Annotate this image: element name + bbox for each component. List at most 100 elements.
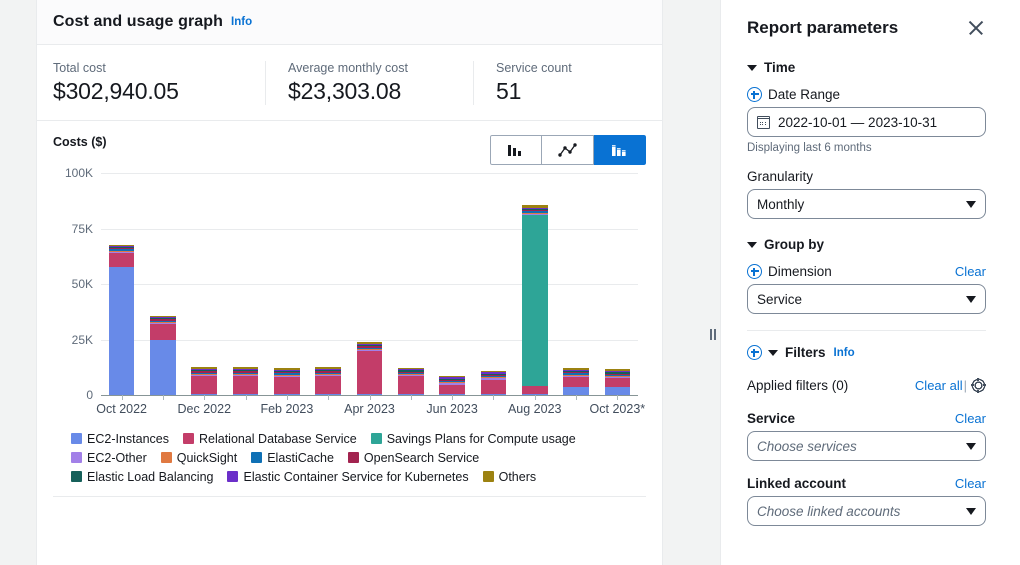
stacked-bar[interactable] bbox=[522, 205, 548, 395]
clear-all-filters-link[interactable]: Clear all bbox=[915, 378, 963, 393]
stacked-bar[interactable] bbox=[605, 369, 631, 395]
filter-service-clear-link[interactable]: Clear bbox=[955, 411, 986, 426]
filter-linked-account-placeholder: Choose linked accounts bbox=[757, 504, 900, 519]
time-section-header[interactable]: Time bbox=[747, 60, 986, 75]
chart-type-toggle-group bbox=[490, 135, 646, 165]
filters-section-header[interactable]: Filters Info bbox=[747, 345, 986, 360]
add-filter-icon[interactable] bbox=[747, 345, 762, 360]
stat-service-count: Service count 51 bbox=[473, 61, 590, 105]
date-range-value: 2022-10-01 — 2023-10-31 bbox=[778, 115, 937, 130]
stacked-bar[interactable] bbox=[398, 368, 424, 395]
report-parameters-panel: Report parameters Time Date Range 2022-1… bbox=[721, 0, 1020, 565]
chevron-down-icon bbox=[966, 201, 976, 208]
legend-swatch bbox=[71, 433, 82, 444]
splitter-handle-icon[interactable] bbox=[710, 329, 716, 340]
filter-linked-account-select[interactable]: Choose linked accounts bbox=[747, 496, 986, 526]
legend-swatch bbox=[227, 471, 238, 482]
dimension-clear-link[interactable]: Clear bbox=[955, 264, 986, 279]
dimension-value: Service bbox=[757, 292, 802, 307]
legend-item[interactable]: EC2-Other bbox=[71, 451, 147, 465]
filter-service-label-row: Service Clear bbox=[747, 411, 986, 426]
legend-item[interactable]: EC2-Instances bbox=[71, 432, 169, 446]
filter-linked-account-clear-link[interactable]: Clear bbox=[955, 476, 986, 491]
page-title: Cost and usage graph bbox=[53, 13, 223, 31]
bar-slot bbox=[101, 173, 142, 395]
x-axis-tick-label: Dec 2022 bbox=[178, 402, 232, 416]
bar-segment bbox=[233, 376, 259, 394]
legend-item[interactable]: ElastiCache bbox=[251, 451, 334, 465]
bar-segment bbox=[522, 386, 548, 394]
x-axis-tick bbox=[576, 395, 577, 400]
legend-label: QuickSight bbox=[177, 451, 237, 465]
legend-item[interactable]: Elastic Container Service for Kubernetes bbox=[227, 470, 468, 484]
bar-segment bbox=[605, 387, 631, 395]
applied-filters-row: Applied filters (0) Clear all | bbox=[747, 378, 986, 393]
group-by-section-header[interactable]: Group by bbox=[747, 237, 986, 252]
chevron-down-icon[interactable] bbox=[747, 65, 757, 71]
stat-total-cost: Total cost $302,940.05 bbox=[53, 61, 265, 105]
add-date-range-icon[interactable] bbox=[747, 87, 762, 102]
legend-item[interactable]: Savings Plans for Compute usage bbox=[371, 432, 576, 446]
legend-item[interactable]: OpenSearch Service bbox=[348, 451, 479, 465]
line-chart-toggle[interactable] bbox=[542, 135, 594, 165]
chart-container: Costs ($) bbox=[37, 121, 662, 565]
x-axis-tick bbox=[617, 395, 618, 400]
gear-icon[interactable] bbox=[971, 378, 986, 393]
dimension-select[interactable]: Service bbox=[747, 284, 986, 314]
stacked-bar[interactable] bbox=[315, 367, 341, 395]
stacked-bar-chart-toggle[interactable] bbox=[594, 135, 646, 165]
add-dimension-icon[interactable] bbox=[747, 264, 762, 279]
chevron-down-icon[interactable] bbox=[768, 350, 778, 356]
x-axis-tick bbox=[370, 395, 371, 400]
stacked-bar[interactable] bbox=[357, 342, 383, 395]
calendar-icon bbox=[757, 116, 770, 129]
stacked-bar[interactable] bbox=[481, 371, 507, 396]
bar-slot bbox=[514, 173, 555, 395]
panel-splitter[interactable] bbox=[663, 0, 721, 565]
bar-slot bbox=[432, 173, 473, 395]
legend-label: Relational Database Service bbox=[199, 432, 357, 446]
stacked-bar[interactable] bbox=[274, 368, 300, 395]
stacked-bar[interactable] bbox=[563, 368, 589, 395]
chevron-down-icon bbox=[966, 296, 976, 303]
legend-item[interactable]: Others bbox=[483, 470, 537, 484]
granularity-select[interactable]: Monthly bbox=[747, 189, 986, 219]
x-axis-tick bbox=[493, 395, 494, 400]
filter-service-select[interactable]: Choose services bbox=[747, 431, 986, 461]
date-range-input[interactable]: 2022-10-01 — 2023-10-31 bbox=[747, 107, 986, 137]
x-axis-tick-label: Oct 2023* bbox=[590, 402, 646, 416]
bar-segment bbox=[150, 340, 176, 395]
x-axis-tick bbox=[204, 395, 205, 400]
legend-label: Others bbox=[499, 470, 537, 484]
chevron-down-icon[interactable] bbox=[747, 242, 757, 248]
bar-chart-toggle[interactable] bbox=[490, 135, 542, 165]
y-axis-tick-label: 100K bbox=[65, 166, 93, 180]
group-by-section-title: Group by bbox=[764, 237, 824, 252]
x-axis-tick bbox=[246, 395, 247, 400]
x-axis-tick-label: Aug 2023 bbox=[508, 402, 562, 416]
card-info-link[interactable]: Info bbox=[231, 16, 252, 28]
bar-segment bbox=[191, 376, 217, 394]
legend-swatch bbox=[483, 471, 494, 482]
filters-info-link[interactable]: Info bbox=[834, 347, 855, 359]
close-icon[interactable] bbox=[966, 18, 986, 38]
bar-segment bbox=[439, 385, 465, 394]
bar-segment bbox=[522, 215, 548, 386]
granularity-label-row: Granularity bbox=[747, 169, 986, 184]
stacked-bar[interactable] bbox=[150, 316, 176, 395]
legend-item[interactable]: QuickSight bbox=[161, 451, 237, 465]
stacked-bar[interactable] bbox=[109, 245, 135, 395]
summary-stats: Total cost $302,940.05 Average monthly c… bbox=[37, 45, 662, 121]
stacked-bar-chart-icon bbox=[611, 143, 629, 158]
legend-item[interactable]: Elastic Load Balancing bbox=[71, 470, 213, 484]
legend-item[interactable]: Relational Database Service bbox=[183, 432, 357, 446]
stat-value: $302,940.05 bbox=[53, 78, 247, 105]
legend-label: EC2-Other bbox=[87, 451, 147, 465]
stacked-bar[interactable] bbox=[233, 367, 259, 395]
separator: | bbox=[964, 378, 967, 393]
cost-explorer-page: Cost and usage graph Info Total cost $30… bbox=[0, 0, 1020, 565]
stacked-bar[interactable] bbox=[191, 367, 217, 395]
stacked-bar[interactable] bbox=[439, 376, 465, 395]
bar-segment bbox=[150, 324, 176, 340]
x-axis-tick bbox=[163, 395, 164, 400]
